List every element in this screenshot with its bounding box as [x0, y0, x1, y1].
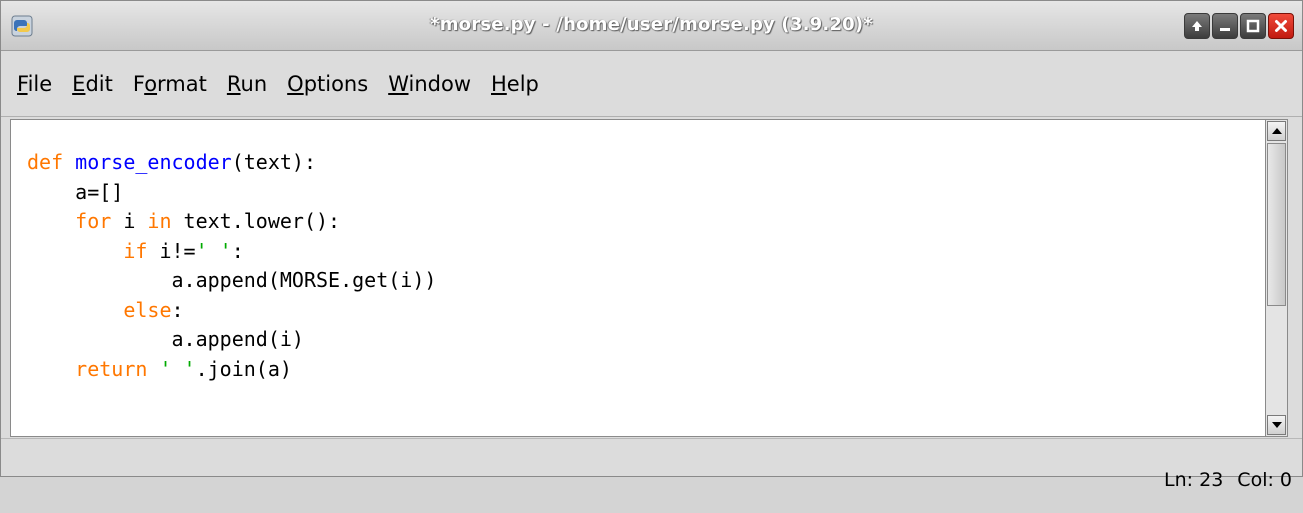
code-token: else [123, 297, 172, 322]
code-token: if [123, 238, 148, 263]
code-token: .join(a) [195, 356, 292, 381]
code-token: text.lower(): [171, 209, 341, 233]
menu-format[interactable]: Format [123, 68, 217, 100]
window-controls [1184, 13, 1294, 39]
code-token: a.append(MORSE.get(i)) [27, 268, 437, 292]
menu-file[interactable]: File [7, 68, 62, 100]
up-arrow-icon[interactable] [1184, 13, 1210, 39]
title-bar[interactable]: *morse.py - /home/user/morse.py (3.9.20)… [1, 1, 1302, 51]
scroll-up-arrow-icon[interactable] [1267, 121, 1286, 141]
code-line[interactable]: def morse_encoder(text): [27, 148, 436, 178]
cursor-position: Ln: 23 Col: 0 [1128, 447, 1292, 513]
window-title: *morse.py - /home/user/morse.py (3.9.20)… [430, 14, 873, 35]
vertical-scrollbar[interactable] [1266, 119, 1288, 437]
code-token: a.append(i) [27, 327, 304, 351]
maximize-icon[interactable] [1240, 13, 1266, 39]
code-token: : [171, 297, 184, 322]
scroll-down-arrow-icon[interactable] [1267, 415, 1286, 435]
code-line[interactable]: a.append(MORSE.get(i)) [27, 266, 436, 296]
code-line[interactable]: else: [27, 296, 436, 326]
code-line[interactable]: return ' '.join(a) [27, 355, 436, 385]
code-token: a=[] [27, 179, 124, 204]
code-line[interactable]: a=[] [27, 178, 436, 208]
code-line[interactable]: if i!=' ': [27, 237, 436, 267]
code-token: def [27, 150, 76, 174]
scrollbar-thumb[interactable] [1267, 143, 1286, 306]
code-token: for [75, 209, 112, 233]
code-line[interactable]: for i in text.lower(): [27, 207, 436, 237]
code-editor[interactable]: def morse_encoder(text): a=[] for i in t… [10, 119, 1266, 437]
menu-edit[interactable]: Edit [62, 68, 123, 100]
column-number: Col: 0 [1237, 469, 1292, 491]
code-token: in [147, 209, 172, 233]
menu-options[interactable]: Options [277, 68, 378, 100]
code-token: ' ' [159, 356, 196, 381]
menu-window[interactable]: Window [378, 68, 481, 100]
idle-editor-window: *morse.py - /home/user/morse.py (3.9.20)… [0, 0, 1303, 491]
code-token: : [231, 238, 244, 263]
menu-help[interactable]: Help [481, 68, 549, 100]
minimize-icon[interactable] [1212, 13, 1238, 39]
menu-bar: File Edit Format Run Options Window Help [1, 51, 1302, 117]
code-token: morse_encoder [75, 150, 232, 174]
code-line[interactable]: a.append(i) [27, 325, 436, 355]
menu-run[interactable]: Run [217, 68, 277, 100]
code-token: i!= [147, 238, 196, 263]
status-bar: Ln: 23 Col: 0 [1, 438, 1302, 491]
code-token: return [75, 356, 148, 381]
code-token: (text): [231, 150, 317, 174]
close-icon[interactable] [1268, 13, 1294, 39]
code-token: ' ' [195, 238, 232, 263]
code-token: i [111, 209, 148, 233]
code-text[interactable]: def morse_encoder(text): a=[] for i in t… [27, 148, 436, 384]
line-number: Ln: 23 [1164, 469, 1224, 491]
